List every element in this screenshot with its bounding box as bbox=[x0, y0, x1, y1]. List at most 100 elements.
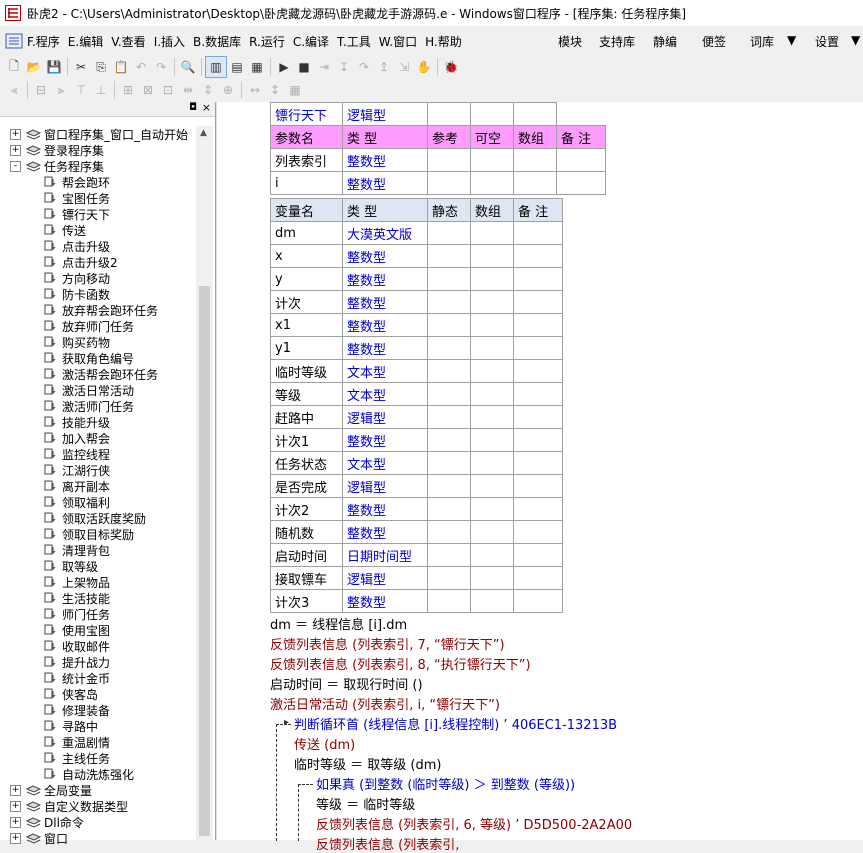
close-icon[interactable]: × bbox=[202, 101, 211, 114]
cut-icon[interactable]: ✂ bbox=[71, 57, 91, 77]
tree-item[interactable]: 加入帮会 bbox=[0, 430, 196, 446]
tree-item[interactable]: 监控线程 bbox=[0, 446, 196, 462]
align-hcenter-icon[interactable]: ⊟ bbox=[31, 80, 51, 100]
menu-window[interactable]: W.窗口 bbox=[379, 33, 417, 50]
tree-item[interactable]: 领取福利 bbox=[0, 494, 196, 510]
var-name[interactable]: 赶路中 bbox=[270, 405, 343, 429]
subroutine-name[interactable]: 镖行天下 bbox=[270, 102, 343, 126]
table-cell[interactable] bbox=[427, 428, 471, 452]
table-cell[interactable] bbox=[427, 405, 471, 429]
expand-icon[interactable]: + bbox=[10, 129, 21, 140]
step-over-icon[interactable]: ↷ bbox=[354, 57, 374, 77]
menu-modules[interactable]: 模块 bbox=[558, 33, 582, 50]
var-type[interactable]: 逻辑型 bbox=[342, 474, 428, 498]
table-cell[interactable] bbox=[427, 382, 471, 406]
tree-item[interactable]: + 自定义数据类型 bbox=[0, 798, 196, 814]
table-cell[interactable] bbox=[470, 566, 514, 590]
tree-item[interactable]: + 窗口程序集_窗口_自动开始 bbox=[0, 126, 196, 142]
var-type[interactable]: 文本型 bbox=[342, 382, 428, 406]
menu-tools[interactable]: T.工具 bbox=[337, 33, 371, 50]
table-cell[interactable] bbox=[427, 148, 471, 172]
code-line[interactable]: 反馈列表信息 (列表索引, bbox=[316, 834, 459, 853]
tree-item[interactable]: 离开副本 bbox=[0, 478, 196, 494]
table-cell[interactable] bbox=[513, 382, 563, 406]
tree-item[interactable]: 统计金币 bbox=[0, 670, 196, 686]
tree-item[interactable]: 领取活跃度奖励 bbox=[0, 510, 196, 526]
scroll-up-icon[interactable]: ▲ bbox=[200, 128, 207, 138]
var-type[interactable]: 逻辑型 bbox=[342, 566, 428, 590]
var-type[interactable]: 整数型 bbox=[342, 244, 428, 268]
var-type[interactable]: 整数型 bbox=[342, 497, 428, 521]
code-line[interactable]: 如果真 (到整数 (临时等级) ＞ 到整数 (等级)) bbox=[316, 774, 575, 793]
tree-item[interactable]: 镖行天下 bbox=[0, 206, 196, 222]
tree-item[interactable]: 侠客岛 bbox=[0, 686, 196, 702]
table-cell[interactable] bbox=[513, 102, 557, 126]
table-cell[interactable] bbox=[513, 451, 563, 475]
table-cell[interactable] bbox=[427, 336, 471, 360]
table-cell[interactable] bbox=[556, 148, 606, 172]
table-cell[interactable] bbox=[470, 474, 514, 498]
menu-edit[interactable]: E.编辑 bbox=[68, 33, 103, 50]
menu-static-compile[interactable]: 静编 bbox=[653, 33, 677, 50]
table-cell[interactable] bbox=[513, 148, 557, 172]
same-height-icon[interactable]: ⊠ bbox=[138, 80, 158, 100]
var-type[interactable]: 整数型 bbox=[342, 290, 428, 314]
var-type[interactable]: 日期时间型 bbox=[342, 543, 428, 567]
menu-app-icon[interactable] bbox=[5, 33, 23, 49]
param-type[interactable]: 整数型 bbox=[342, 171, 428, 195]
find-icon[interactable]: 🔍 bbox=[178, 57, 198, 77]
chevron-down-icon[interactable]: ▼ bbox=[851, 33, 860, 47]
subroutine-return-type[interactable]: 逻辑型 bbox=[342, 102, 428, 126]
tree-item[interactable]: 清理背包 bbox=[0, 542, 196, 558]
table-cell[interactable] bbox=[427, 221, 471, 245]
table-cell[interactable] bbox=[513, 428, 563, 452]
tree-item[interactable]: 点击升级 bbox=[0, 238, 196, 254]
expand-icon[interactable]: + bbox=[10, 785, 21, 796]
table-cell[interactable] bbox=[513, 405, 563, 429]
code-line[interactable]: 传送 (dm) bbox=[294, 734, 355, 753]
table-cell[interactable] bbox=[470, 313, 514, 337]
menu-database[interactable]: B.数据库 bbox=[193, 33, 241, 50]
same-width-icon[interactable]: ⊞ bbox=[118, 80, 138, 100]
table-cell[interactable] bbox=[470, 405, 514, 429]
space-h-icon[interactable]: ⇹ bbox=[178, 80, 198, 100]
table-cell[interactable] bbox=[427, 359, 471, 383]
tree-item[interactable]: 生活技能 bbox=[0, 590, 196, 606]
space-v-icon[interactable]: ⇕ bbox=[198, 80, 218, 100]
var-type[interactable]: 整数型 bbox=[342, 313, 428, 337]
paste-icon[interactable]: 📋 bbox=[111, 57, 131, 77]
hand-icon[interactable]: ✋ bbox=[414, 57, 434, 77]
var-type[interactable]: 整数型 bbox=[342, 267, 428, 291]
param-type[interactable]: 整数型 bbox=[342, 148, 428, 172]
scrollbar-thumb[interactable] bbox=[199, 286, 210, 836]
tree-item[interactable]: 激活日常活动 bbox=[0, 382, 196, 398]
param-name[interactable]: 列表索引 bbox=[270, 148, 343, 172]
code-line[interactable]: dm ＝ 线程信息 [i].dm bbox=[270, 614, 407, 633]
layout-top-icon[interactable]: ▤ bbox=[227, 57, 247, 77]
table-cell[interactable] bbox=[427, 171, 471, 195]
tree-item[interactable]: 寻路中 bbox=[0, 718, 196, 734]
menu-settings[interactable]: 设置 bbox=[815, 33, 839, 50]
var-name[interactable]: 启动时间 bbox=[270, 543, 343, 567]
layout-left-icon[interactable]: ▥ bbox=[205, 56, 227, 78]
var-type[interactable]: 文本型 bbox=[342, 451, 428, 475]
param-name[interactable]: i bbox=[270, 171, 343, 195]
tree-item[interactable]: 重温剧情 bbox=[0, 734, 196, 750]
table-cell[interactable] bbox=[470, 589, 514, 613]
tree-item[interactable]: 主线任务 bbox=[0, 750, 196, 766]
code-line[interactable]: 激活日常活动 (列表索引, i, “镖行天下”) bbox=[270, 694, 500, 713]
open-folder-icon[interactable]: 📂 bbox=[24, 57, 44, 77]
table-cell[interactable] bbox=[513, 359, 563, 383]
menu-view[interactable]: V.查看 bbox=[111, 33, 145, 50]
tree-item[interactable]: 使用宝图 bbox=[0, 622, 196, 638]
align-top-icon[interactable]: ⊤ bbox=[71, 80, 91, 100]
code-line[interactable]: 反馈列表信息 (列表索引, 7, “镖行天下”) bbox=[270, 634, 505, 653]
table-cell[interactable] bbox=[556, 171, 606, 195]
table-cell[interactable] bbox=[513, 221, 563, 245]
tree-item[interactable]: 传送 bbox=[0, 222, 196, 238]
tree-item[interactable]: 修理装备 bbox=[0, 702, 196, 718]
width-icon[interactable]: ↔ bbox=[245, 80, 265, 100]
center-icon[interactable]: ⊕ bbox=[218, 80, 238, 100]
tree-item[interactable]: 宝图任务 bbox=[0, 190, 196, 206]
align-left-icon[interactable]: ⫷ bbox=[4, 80, 24, 100]
